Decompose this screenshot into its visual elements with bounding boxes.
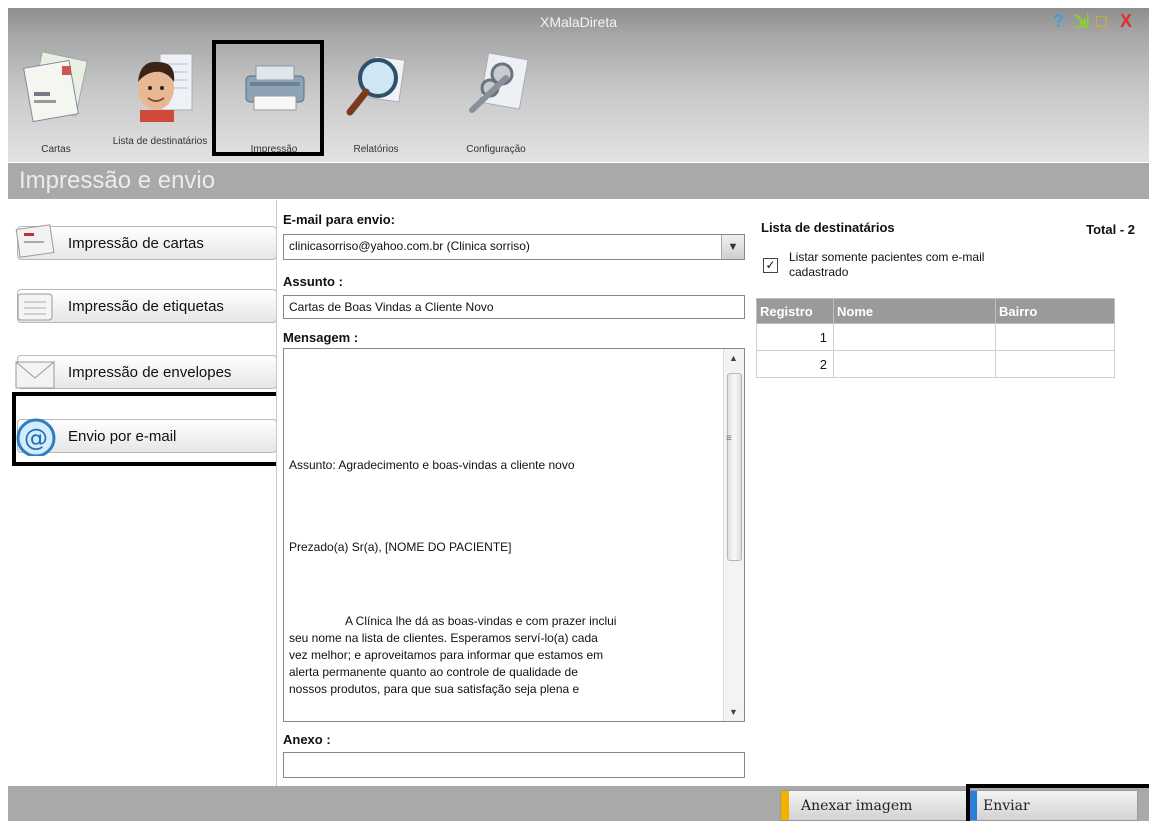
- email-label: E-mail para envio:: [283, 212, 395, 227]
- message-textarea[interactable]: Assunto: Agradecimento e boas-vindas a c…: [283, 348, 745, 722]
- sidebar-item-label: Impressão de cartas: [68, 235, 204, 252]
- attach-button-stripe: [781, 791, 789, 820]
- envelope-icon: [15, 361, 55, 389]
- attach-image-button[interactable]: Anexar imagem: [780, 790, 968, 821]
- message-subject-line: Assunto: Agradecimento e boas-vindas a c…: [289, 458, 575, 472]
- message-paragraph-line: seu nome na lista de clientes. Esperamos…: [289, 631, 598, 645]
- attachment-input[interactable]: [283, 752, 745, 778]
- minimize-icon[interactable]: ⇲: [1074, 11, 1089, 32]
- sidebar-item-impressao-envelopes[interactable]: Impressão de envelopes: [15, 355, 277, 389]
- message-paragraph-line: nossos produtos, para que sua satisfação…: [289, 682, 580, 696]
- attach-image-label: Anexar imagem: [801, 798, 913, 814]
- cell-nome: [833, 350, 996, 378]
- email-select-value: clinicasorriso@yahoo.com.br (Clinica sor…: [289, 239, 530, 253]
- cell-registro: 2: [756, 350, 834, 378]
- chevron-down-icon[interactable]: ▼: [721, 235, 744, 259]
- help-icon[interactable]: ?: [1053, 11, 1064, 32]
- cell-bairro: [995, 323, 1115, 351]
- sidebar-item-label: Impressão de etiquetas: [68, 298, 224, 315]
- email-select[interactable]: clinicasorriso@yahoo.com.br (Clinica sor…: [283, 234, 745, 260]
- close-icon[interactable]: X: [1120, 11, 1132, 32]
- toolbar-item-configuracao[interactable]: Configuração: [448, 48, 544, 158]
- letter-icon: [15, 224, 55, 258]
- filter-checkbox[interactable]: ✓: [763, 258, 778, 273]
- table-row[interactable]: 1: [756, 323, 1115, 351]
- sidebar-item-impressao-etiquetas[interactable]: Impressão de etiquetas: [17, 289, 277, 323]
- labels-icon: [17, 293, 53, 321]
- message-greeting-line: Prezado(a) Sr(a), [NOME DO PACIENTE]: [289, 540, 512, 554]
- recipients-title: Lista de destinatários: [761, 220, 895, 235]
- app-header: XMalaDireta ? ⇲ □ X Cartas Lista de dest…: [8, 8, 1149, 162]
- page-title: Impressão e envio: [19, 167, 216, 194]
- subject-label: Assunto :: [283, 274, 343, 289]
- section-title-bar: Impressão e envio: [8, 163, 1149, 199]
- sidebar-item-label: Impressão de envelopes: [68, 364, 232, 381]
- cell-nome: [833, 323, 996, 351]
- selected-tool-highlight: [212, 40, 324, 156]
- app-title: XMalaDireta: [539, 14, 618, 30]
- send-button-highlight: [966, 784, 1149, 821]
- toolbar-label-relatorios: Relatórios: [353, 144, 399, 155]
- message-paragraph-line: alerta permanente quanto ao controle de …: [289, 665, 578, 679]
- message-scrollbar[interactable]: ▲ ≡ ▼: [723, 349, 744, 721]
- toolbar-item-lista-destinatarios[interactable]: Lista de destinatários: [112, 48, 208, 158]
- recipients-table: Registro Nome Bairro 1 2: [756, 298, 1115, 378]
- column-header-registro[interactable]: Registro: [756, 298, 834, 324]
- table-row[interactable]: 2: [756, 350, 1115, 378]
- recipients-panel: Lista de destinatários Total - 2 ✓ Lista…: [751, 200, 1149, 786]
- scrollbar-thumb[interactable]: [727, 373, 742, 561]
- letters-icon: [23, 52, 88, 122]
- magnifier-icon: [346, 55, 406, 116]
- email-form: E-mail para envio: clinicasorriso@yahoo.…: [276, 200, 752, 786]
- cell-bairro: [995, 350, 1115, 378]
- message-paragraph: A Clínica lhe dá as boas-vindas e com pr…: [289, 613, 719, 698]
- column-header-bairro[interactable]: Bairro: [995, 298, 1115, 324]
- subject-input[interactable]: Cartas de Boas Vindas a Cliente Novo: [283, 295, 745, 319]
- toolbar-label-cartas: Cartas: [41, 144, 71, 155]
- toolbar-label-configuracao: Configuração: [466, 144, 526, 155]
- filter-checkbox-label: Listar somente pacientes com e-mail cada…: [789, 250, 985, 279]
- column-header-nome[interactable]: Nome: [833, 298, 996, 324]
- message-paragraph-line: A Clínica lhe dá as boas-vindas e com pr…: [345, 614, 617, 628]
- toolbar-item-cartas[interactable]: Cartas: [8, 48, 104, 158]
- toolbar-item-relatorios[interactable]: Relatórios: [328, 48, 424, 158]
- recipient-list-icon: [138, 53, 193, 122]
- attachment-label: Anexo :: [283, 732, 331, 747]
- message-label: Mensagem :: [283, 330, 359, 345]
- recipients-total: Total - 2: [1086, 222, 1135, 237]
- cell-registro: 1: [756, 323, 834, 351]
- maximize-icon[interactable]: □: [1096, 11, 1107, 32]
- scroll-down-icon[interactable]: ▼: [729, 707, 738, 717]
- scroll-up-icon[interactable]: ▲: [729, 353, 738, 363]
- table-header-row: Registro Nome Bairro: [756, 298, 1115, 324]
- toolbar-label-lista-destinatarios: Lista de destinatários: [112, 136, 208, 147]
- tools-icon: [469, 52, 529, 113]
- sidebar: Impressão de cartas Impressão de etiquet…: [8, 200, 277, 786]
- message-paragraph-line: vez melhor; e aproveitamos para informar…: [289, 648, 604, 662]
- sidebar-item-impressao-cartas[interactable]: Impressão de cartas: [15, 224, 277, 260]
- scroll-grip-icon: ≡: [726, 433, 732, 444]
- selected-sidebar-highlight: [12, 392, 286, 466]
